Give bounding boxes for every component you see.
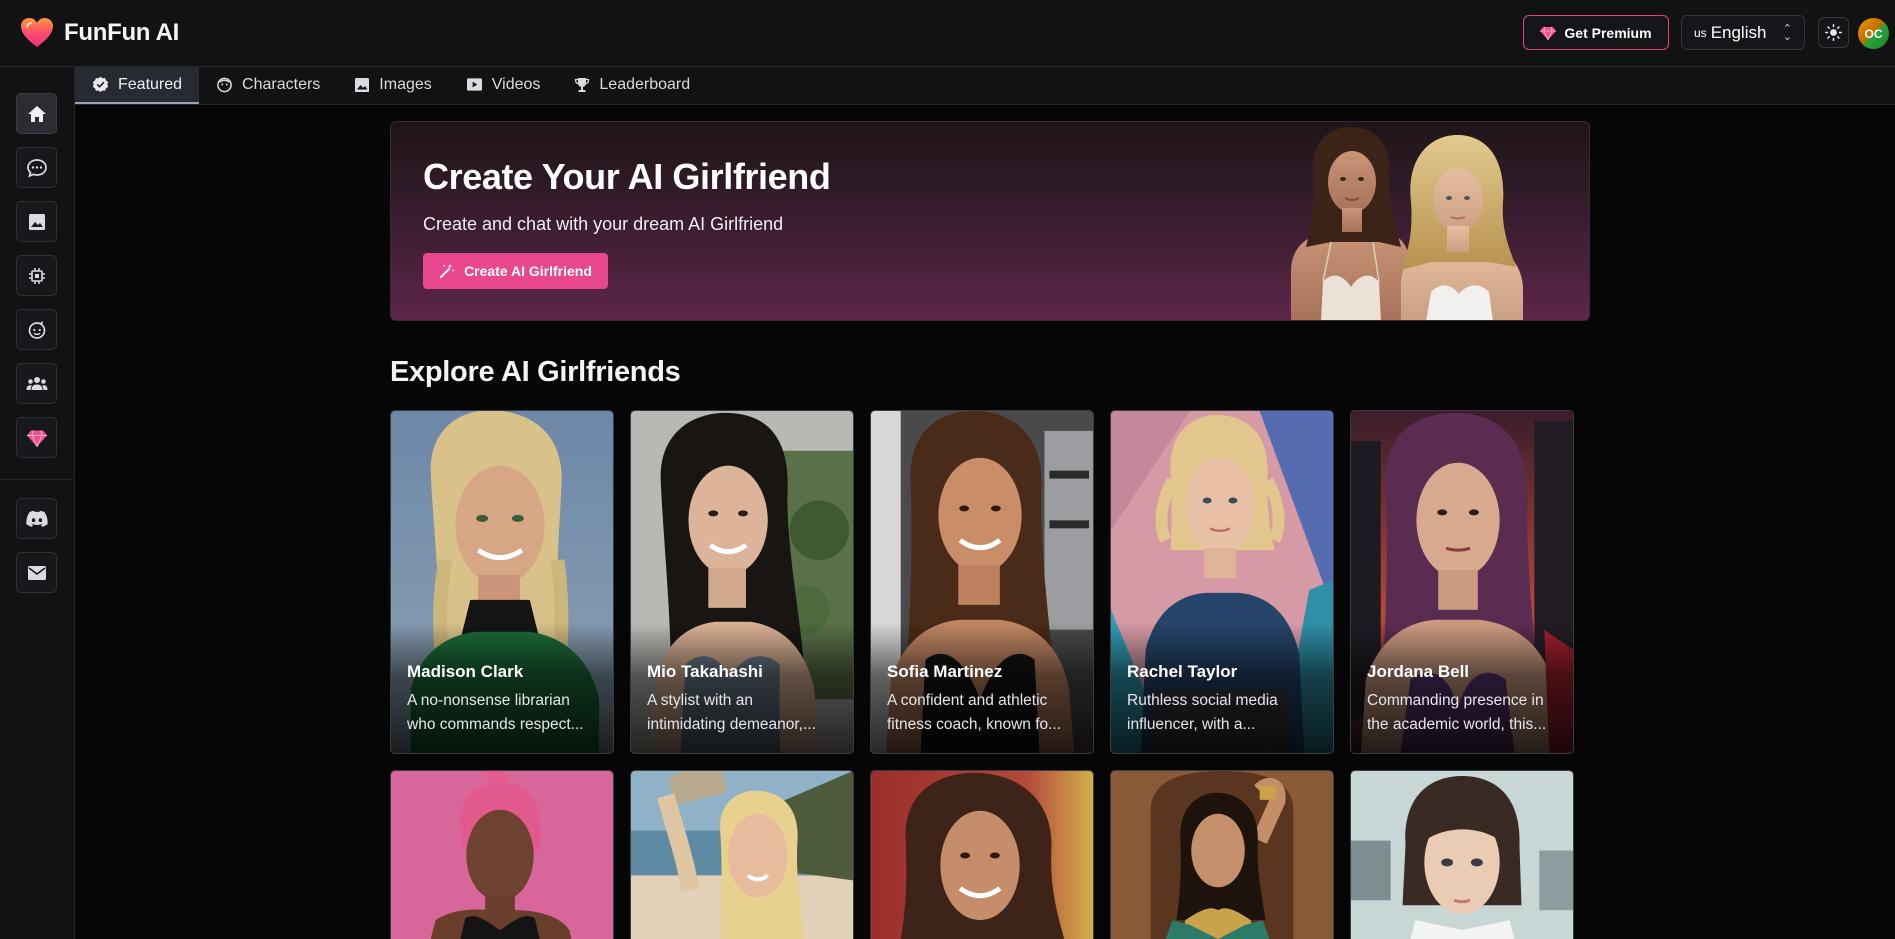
explore-section-title: Explore AI Girlfriends <box>390 356 681 388</box>
language-label: English <box>1710 22 1767 42</box>
character-face-icon <box>28 320 45 339</box>
tab-characters-label: Characters <box>242 75 321 93</box>
chevron-up-down-icon: ⌃ ⌄ <box>1782 23 1792 43</box>
diamond-icon <box>26 429 47 447</box>
character-description-line: fitness coach, known fo... <box>887 716 1062 733</box>
flag-icon: us <box>1694 25 1707 40</box>
avatar-initials: OC <box>1864 26 1883 41</box>
character-name: Rachel Taylor <box>1127 662 1238 681</box>
tab-featured-label: Featured <box>118 75 183 93</box>
tab-leaderboard[interactable]: Leaderboard <box>557 67 707 104</box>
character-card[interactable]: Rachel Taylor Ruthless social media infl… <box>1110 410 1334 754</box>
get-premium-label: Get Premium <box>1564 24 1652 41</box>
character-description-line: who commands respect... <box>407 716 584 733</box>
sidebar-item-characters[interactable] <box>16 309 57 350</box>
top-bar: FunFun AI Get Premium us English ⌃ ⌄ OC <box>0 0 1895 67</box>
character-description: Ruthless social media influencer, with a… <box>1127 689 1323 737</box>
tab-videos[interactable]: Videos <box>449 67 558 104</box>
tab-images[interactable]: Images <box>337 67 448 104</box>
character-card[interactable]: Jordana Bell Commanding presence in the … <box>1350 410 1574 754</box>
character-card[interactable]: Sofia Martinez A confident and athletic … <box>870 410 1094 754</box>
character-card[interactable]: Mio Takahashi A stylist with an intimida… <box>630 410 854 754</box>
heart-logo-icon <box>21 18 53 47</box>
sidebar-item-contact[interactable] <box>16 552 57 593</box>
chip-icon <box>28 267 45 284</box>
character-description: A confident and athletic fitness coach, … <box>887 689 1083 737</box>
magic-wand-icon <box>440 264 455 278</box>
character-description-line: influencer, with a... <box>1127 716 1256 733</box>
tab-leaderboard-label: Leaderboard <box>599 75 691 93</box>
character-name: Jordana Bell <box>1367 662 1470 681</box>
character-description: Commanding presence in the academic worl… <box>1367 689 1563 737</box>
hero-banner: Create Your AI Girlfriend Create and cha… <box>390 121 1590 321</box>
character-description: A no-nonsense librarian who commands res… <box>407 689 603 737</box>
character-description-line: intimidating demeanor,... <box>647 716 816 733</box>
sidebar-item-chat[interactable] <box>16 147 57 188</box>
character-description-line: the academic world, this... <box>1367 716 1547 733</box>
character-name: Madison Clark <box>407 662 524 681</box>
create-ai-girlfriend-button[interactable]: Create AI Girlfriend <box>423 253 608 289</box>
sidebar <box>0 67 75 939</box>
character-description-line: A no-nonsense librarian <box>407 692 570 709</box>
character-name: Mio Takahashi <box>647 662 763 681</box>
create-ai-girlfriend-label: Create AI Girlfriend <box>464 263 592 279</box>
mail-icon <box>27 565 46 580</box>
character-portrait-image <box>391 771 613 939</box>
character-description-line: A confident and athletic <box>887 692 1048 709</box>
tab-images-label: Images <box>379 75 432 93</box>
user-avatar[interactable]: OC <box>1858 18 1889 49</box>
character-portrait-image <box>1111 771 1333 939</box>
tab-featured[interactable]: Featured <box>75 67 200 104</box>
sidebar-divider <box>0 479 75 480</box>
app-logo[interactable]: FunFun AI <box>20 16 179 50</box>
face-icon <box>217 77 232 93</box>
badge-check-icon <box>92 76 109 93</box>
trophy-icon <box>575 77 590 92</box>
video-icon <box>466 78 482 91</box>
character-portrait-image <box>631 771 853 939</box>
character-description: A stylist with an intimidating demeanor,… <box>647 689 843 737</box>
character-card[interactable] <box>390 770 614 939</box>
character-name: Sofia Martinez <box>887 662 1003 681</box>
tab-characters[interactable]: Characters <box>199 67 337 104</box>
get-premium-button[interactable]: Get Premium <box>1523 15 1669 50</box>
theme-toggle-button[interactable] <box>1818 17 1849 48</box>
discord-icon <box>25 510 48 527</box>
community-icon <box>26 376 47 390</box>
banner-portraits-image <box>1291 126 1523 320</box>
diamond-icon <box>1540 26 1557 40</box>
character-description-line: Commanding presence in <box>1367 692 1544 709</box>
character-description-line: A stylist with an <box>647 692 753 709</box>
character-description-line: Ruthless social media <box>1127 692 1278 709</box>
sidebar-item-images[interactable] <box>16 201 57 242</box>
banner-title: Create Your AI Girlfriend <box>423 156 831 197</box>
image-icon <box>28 213 45 230</box>
tab-videos-label: Videos <box>491 75 541 93</box>
character-card[interactable] <box>1350 770 1574 939</box>
sidebar-item-community[interactable] <box>16 363 57 404</box>
sidebar-item-home[interactable] <box>16 93 57 134</box>
sidebar-item-discord[interactable] <box>16 498 57 539</box>
language-select[interactable]: us English ⌃ ⌄ <box>1681 15 1805 50</box>
character-card[interactable] <box>1110 770 1334 939</box>
app-name: FunFun AI <box>64 19 180 46</box>
content-tabs: Featured Characters Images Videos Leader… <box>75 67 1895 105</box>
sun-icon <box>1825 24 1842 41</box>
character-card[interactable] <box>870 770 1094 939</box>
home-icon <box>27 105 46 122</box>
sidebar-item-models[interactable] <box>16 255 57 296</box>
character-portrait-image <box>1351 771 1573 939</box>
character-card[interactable]: Madison Clark A no-nonsense librarian wh… <box>390 410 614 754</box>
character-card[interactable] <box>630 770 854 939</box>
chat-icon <box>26 158 47 177</box>
image-icon <box>355 77 370 92</box>
character-portrait-image <box>871 771 1093 939</box>
sidebar-item-premium[interactable] <box>16 417 57 458</box>
banner-subtitle: Create and chat with your dream AI Girlf… <box>423 214 784 234</box>
